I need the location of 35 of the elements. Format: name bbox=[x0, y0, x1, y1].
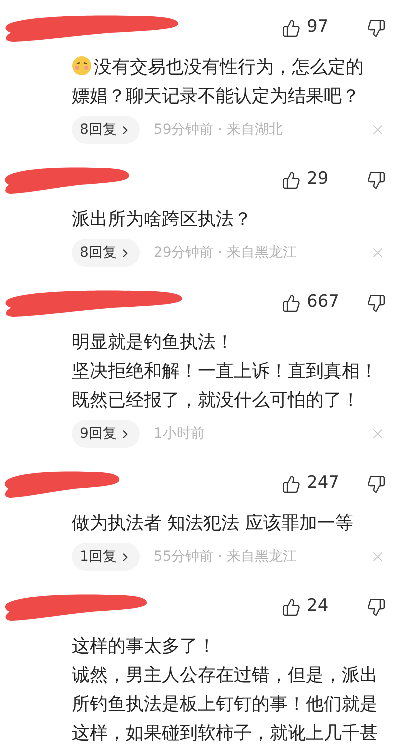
comment-text: 坚决拒绝和解！一直上诉！直到真相！ bbox=[72, 360, 378, 384]
comment-text: 派出所为啥跨区执法？ bbox=[72, 208, 252, 232]
dislike-icon[interactable] bbox=[367, 18, 386, 38]
dislike-icon[interactable] bbox=[367, 598, 386, 616]
comment-text: 这样，如果碰到软柿子，就讹上几千甚 bbox=[72, 722, 378, 745]
comment-meta: 59分钟前 · 来自湖北 bbox=[154, 120, 284, 140]
like-count: 247 bbox=[307, 472, 340, 496]
replies-button[interactable]: 1回复 bbox=[72, 543, 140, 571]
dislike-icon[interactable] bbox=[367, 294, 386, 312]
replies-button[interactable]: 8回复 bbox=[72, 116, 140, 144]
comment-text: 做为执法者 知法犯法 应该罪加一等 bbox=[72, 512, 354, 536]
like-icon[interactable] bbox=[282, 294, 301, 312]
comment-text: 明显就是钓鱼执法！ bbox=[72, 331, 234, 355]
like-icon[interactable] bbox=[282, 18, 301, 38]
comment-text: 既然已经报了，就没什么可怕的了！ bbox=[72, 389, 360, 413]
like-icon[interactable] bbox=[282, 170, 301, 190]
replies-button[interactable]: 9回复 bbox=[72, 420, 140, 448]
comment-text: 没有交易也没有性行为，怎么定的 bbox=[72, 53, 364, 82]
like-count: 29 bbox=[307, 168, 330, 192]
like-count: 97 bbox=[307, 16, 330, 40]
comment-meta: 29分钟前 · 来自黑龙江 bbox=[154, 244, 298, 262]
comment-text: 嫖娼？聊天记录不能认定为结果吧？ bbox=[72, 85, 360, 109]
dislike-icon[interactable] bbox=[367, 474, 386, 494]
replies-button[interactable]: 8回复 bbox=[72, 239, 140, 267]
comment-text: 这样的事太多了！ bbox=[72, 635, 216, 659]
comment-text: 所钓鱼执法是板上钉钉的事！他们就是 bbox=[72, 693, 378, 717]
like-icon[interactable] bbox=[282, 474, 301, 494]
like-icon[interactable] bbox=[282, 598, 301, 616]
comment-text: 诚然，男主人公存在过错，但是，派出 bbox=[72, 664, 378, 688]
comment-meta: 1小时前 bbox=[154, 424, 205, 444]
dislike-icon[interactable] bbox=[367, 170, 386, 190]
like-count: 24 bbox=[307, 595, 330, 618]
emoji-icon bbox=[72, 56, 92, 76]
like-count: 667 bbox=[307, 291, 340, 314]
comment-meta: 55分钟前 · 来自黑龙江 bbox=[154, 548, 298, 566]
